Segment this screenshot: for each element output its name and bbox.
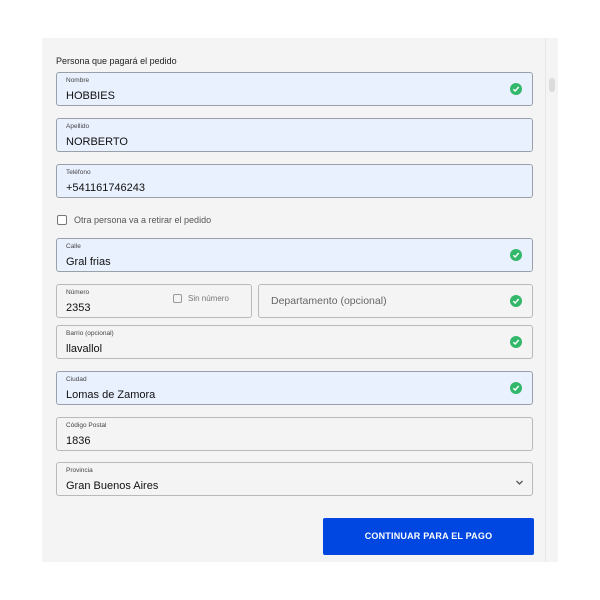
codigo-postal-value: 1836 — [66, 435, 91, 447]
telefono-field[interactable]: Teléfono +541161746243 — [56, 164, 533, 198]
provincia-select[interactable]: Provincia Gran Buenos Aires — [56, 462, 533, 496]
nombre-value: HOBBIES — [66, 90, 115, 102]
numero-label: Número — [66, 289, 90, 296]
calle-value: Gral frias — [66, 256, 111, 268]
numero-field[interactable]: Número 2353 Sin número — [56, 284, 252, 318]
codigo-postal-field[interactable]: Código Postal 1836 — [56, 417, 533, 451]
barrio-value: llavallol — [66, 343, 103, 355]
telefono-label: Teléfono — [66, 169, 91, 176]
check-circle-icon — [510, 249, 522, 261]
check-circle-icon — [510, 83, 522, 95]
provincia-label: Provincia — [66, 467, 93, 474]
apellido-label: Apellido — [66, 123, 90, 130]
scrollbar[interactable] — [545, 38, 558, 562]
scrollbar-thumb[interactable] — [549, 78, 555, 92]
nombre-field[interactable]: Nombre HOBBIES — [56, 72, 533, 106]
apellido-value: NORBERTO — [66, 136, 128, 148]
apellido-field[interactable]: Apellido NORBERTO — [56, 118, 533, 152]
check-circle-icon — [510, 382, 522, 394]
check-circle-icon — [510, 295, 522, 307]
otra-persona-label: Otra persona va a retirar el pedido — [74, 215, 212, 225]
chevron-down-icon — [515, 474, 524, 492]
provincia-value: Gran Buenos Aires — [66, 480, 159, 492]
nombre-label: Nombre — [66, 77, 90, 84]
otra-persona-checkbox[interactable] — [57, 215, 67, 225]
sin-numero-label: Sin número — [188, 294, 229, 303]
departamento-placeholder: Departamento (opcional) — [271, 295, 387, 307]
barrio-field[interactable]: Barrio (opcional) llavallol — [56, 325, 533, 359]
ciudad-label: Ciudad — [66, 376, 87, 383]
section-title: Persona que pagará el pedido — [56, 56, 177, 66]
calle-label: Calle — [66, 243, 81, 250]
telefono-value: +541161746243 — [66, 182, 146, 194]
check-circle-icon — [510, 336, 522, 348]
calle-field[interactable]: Calle Gral frias — [56, 238, 533, 272]
ciudad-value: Lomas de Zamora — [66, 389, 156, 401]
departamento-field[interactable]: Departamento (opcional) — [258, 284, 533, 318]
ciudad-field[interactable]: Ciudad Lomas de Zamora — [56, 371, 533, 405]
barrio-label: Barrio (opcional) — [66, 330, 114, 337]
sin-numero-checkbox[interactable] — [173, 294, 182, 303]
continuar-pago-button[interactable]: CONTINUAR PARA EL PAGO — [323, 518, 534, 555]
codigo-postal-label: Código Postal — [66, 422, 107, 429]
numero-value: 2353 — [66, 302, 91, 314]
